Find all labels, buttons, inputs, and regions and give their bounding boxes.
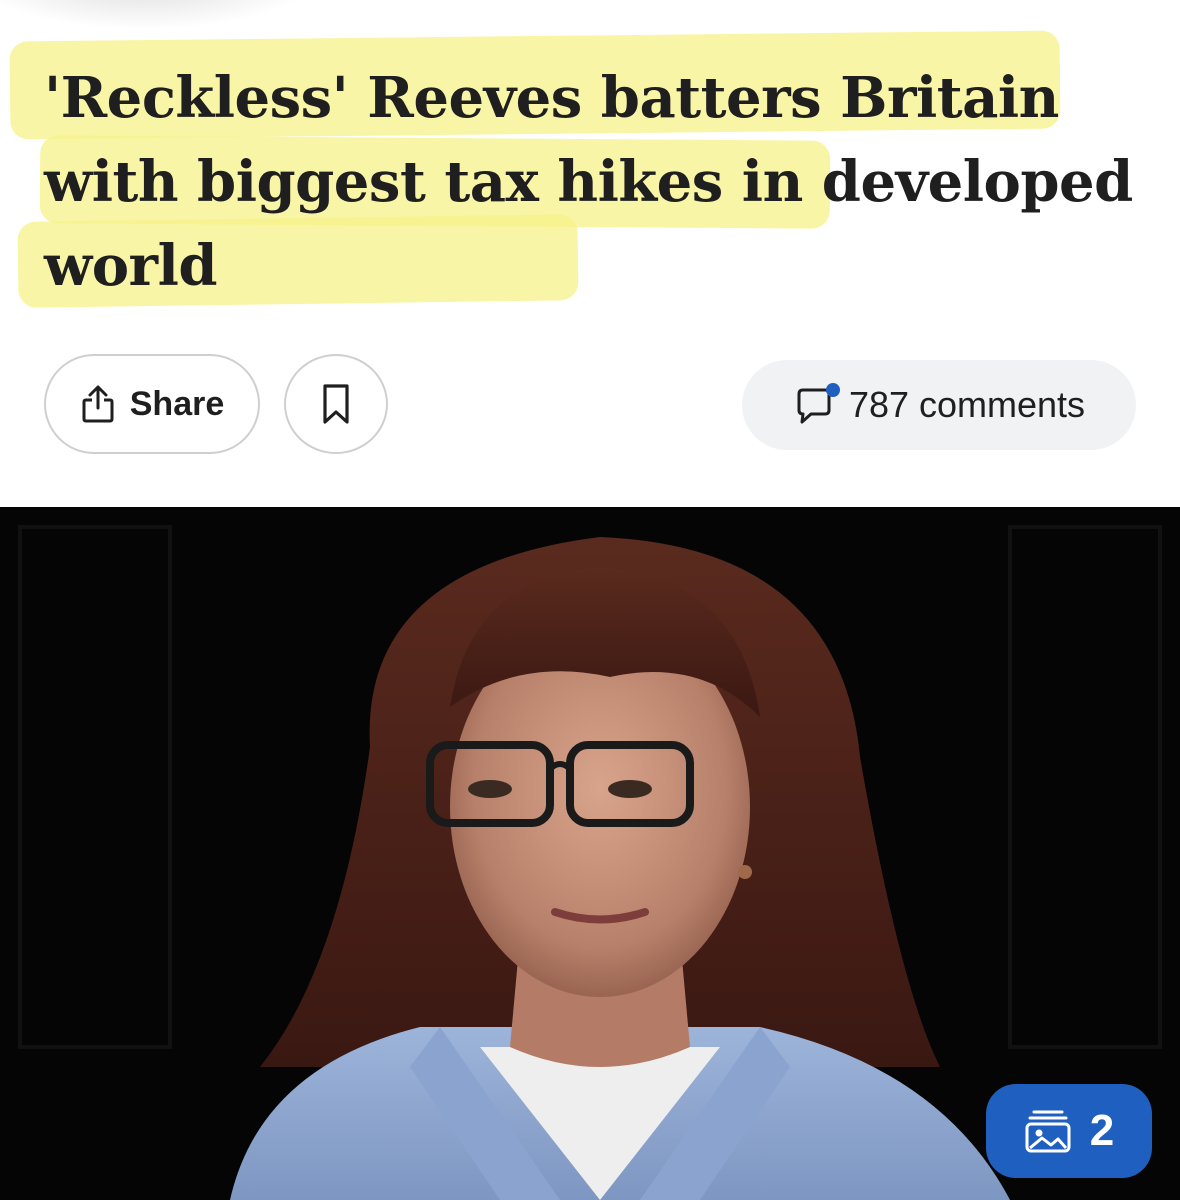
share-icon [82,385,114,423]
bookmark-button[interactable] [284,354,388,454]
bookmark-icon [323,384,349,424]
share-label: Share [129,384,225,423]
comment-icon [797,383,840,424]
article-headline: 'Reckless' Reeves batters Britain with b… [44,65,1133,299]
gallery-icon [1025,1110,1071,1153]
article-actions-bar: Share 787 comments [0,350,1180,460]
gallery-button[interactable]: 2 [986,1084,1152,1178]
comments-count: 787 comments [848,384,1086,425]
comments-button[interactable]: 787 comments [742,360,1136,450]
gallery-count: 2 [1089,1106,1115,1155]
notification-dot [825,383,840,397]
share-button[interactable]: Share [44,354,260,454]
headline-block: 'Reckless' Reeves batters Britain with b… [0,0,1180,320]
